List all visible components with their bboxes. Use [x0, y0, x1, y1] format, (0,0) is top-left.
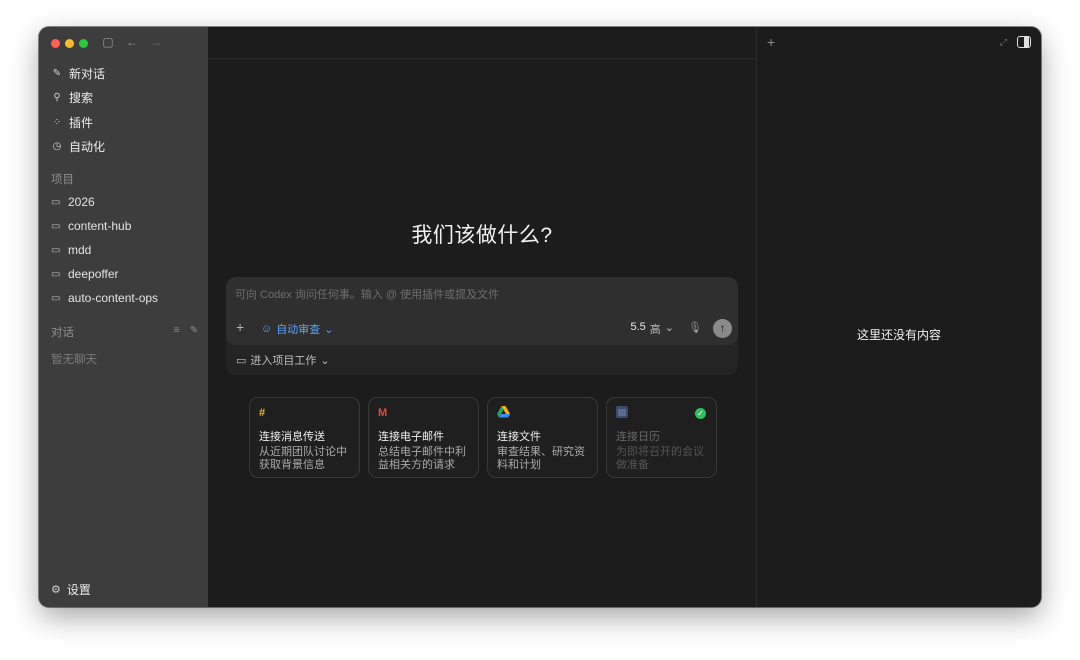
model-level: 高: [649, 324, 661, 336]
connected-check-icon: ✓: [695, 408, 706, 419]
titlebar-icons: ▢ ← →: [101, 35, 163, 49]
project-item[interactable]: ▭ mdd: [39, 238, 208, 262]
add-attachment-icon[interactable]: +: [236, 319, 244, 335]
sidebar-item-new-chat[interactable]: ✎ 新对话: [39, 61, 208, 86]
window-controls: [51, 39, 88, 48]
folder-icon: ▭: [51, 244, 61, 256]
prompt-input[interactable]: 可向 Codex 询问任何事。输入 @ 使用插件或提及文件: [235, 286, 499, 302]
project-name: content-hub: [68, 219, 132, 233]
project-item[interactable]: ▭ content-hub: [39, 214, 208, 238]
chevron-down-icon: ⌄: [320, 354, 330, 367]
sidebar-nav: ✎ 新对话 ⚲ 搜索 ⁘ 插件 ◷ 自动化: [39, 61, 208, 159]
filter-icon[interactable]: ≡: [174, 325, 180, 336]
chevron-down-icon: ⌄: [664, 322, 674, 334]
microphone-icon[interactable]: 🎙: [688, 321, 702, 334]
review-icon: ☺: [261, 323, 273, 335]
card-description: 为即将召开的会议做准备: [616, 446, 704, 471]
panel-toggle-icon[interactable]: [1017, 36, 1031, 48]
sidebar-item-label: 新对话: [69, 66, 106, 81]
project-name: mdd: [68, 243, 92, 257]
project-work-dropdown[interactable]: ▭ 进入项目工作 ⌄: [236, 352, 330, 368]
card-description: 审查结果、研究资料和计划: [497, 446, 585, 471]
sidebar-item-automation[interactable]: ◷ 自动化: [39, 135, 208, 160]
connect-calendar-card[interactable]: ✓ 连接日历 为即将召开的会议做准备: [606, 397, 717, 478]
close-window-button[interactable]: [51, 39, 60, 48]
conversations-section-label: 对话: [51, 327, 74, 339]
folder-icon: ▭: [51, 292, 61, 304]
project-name: deepoffer: [68, 267, 119, 281]
right-panel-controls: ⤢: [1000, 36, 1031, 48]
project-name: 2026: [68, 195, 95, 209]
folder-icon: ▭: [236, 354, 247, 367]
project-name: auto-content-ops: [68, 291, 159, 305]
sidebar-item-label: 插件: [69, 115, 94, 130]
settings-label: 设置: [66, 583, 91, 597]
project-item[interactable]: ▭ auto-content-ops: [39, 286, 208, 310]
sidebar-item-label: 搜索: [69, 91, 94, 106]
app-window: ▢ ← → ✎ 新对话 ⚲ 搜索 ⁘ 插件 ◷ 自动化 项目 ▭ 2026 ▭ …: [39, 27, 1041, 607]
forward-arrow-icon[interactable]: →: [149, 35, 163, 49]
plugins-icon: ⁘: [52, 116, 62, 128]
folder-icon: ▭: [51, 196, 61, 208]
new-chat-icon[interactable]: ✎: [190, 325, 198, 336]
settings-button[interactable]: ⚙ 设置: [51, 581, 91, 598]
drive-icon: [497, 406, 588, 420]
review-label: 自动审查: [276, 324, 321, 336]
connect-files-card[interactable]: 连接文件 审查结果、研究资料和计划: [487, 397, 598, 478]
back-arrow-icon[interactable]: ←: [125, 35, 139, 49]
minimize-window-button[interactable]: [65, 39, 74, 48]
composer-input-area[interactable]: 可向 Codex 询问任何事。输入 @ 使用插件或提及文件 + ☺ 自动审查 ⌄…: [226, 277, 738, 345]
card-title: 连接电子邮件: [378, 431, 444, 443]
sidebar-item-search[interactable]: ⚲ 搜索: [39, 86, 208, 111]
sidebar: ▢ ← → ✎ 新对话 ⚲ 搜索 ⁘ 插件 ◷ 自动化 项目 ▭ 2026 ▭ …: [39, 27, 208, 607]
sidebar-item-label: 自动化: [69, 140, 106, 155]
empty-state-text: 这里还没有内容: [856, 328, 941, 342]
expand-icon[interactable]: ⤢: [1000, 37, 1007, 48]
projects-section-label: 项目: [51, 174, 74, 186]
card-description: 总结电子邮件中利益相关方的请求: [378, 446, 466, 471]
card-description: 从近期团队讨论中获取背景信息: [259, 446, 347, 471]
connect-messaging-card[interactable]: # 连接消息传送 从近期团队讨论中获取背景信息: [249, 397, 360, 478]
card-title: 连接日历: [616, 431, 660, 443]
conversation-tools: ≡ ✎: [174, 325, 198, 336]
project-item[interactable]: ▭ deepoffer: [39, 262, 208, 286]
main-panel: 我们该做什么? 可向 Codex 询问任何事。输入 @ 使用插件或提及文件 + …: [208, 27, 756, 607]
model-selector[interactable]: 5.5 高 ⌄: [630, 321, 674, 337]
project-list: ▭ 2026 ▭ content-hub ▭ mdd ▭ deepoffer ▭…: [39, 190, 208, 310]
sidebar-toggle-icon[interactable]: ▢: [101, 35, 115, 49]
composer: 可向 Codex 询问任何事。输入 @ 使用插件或提及文件 + ☺ 自动审查 ⌄…: [226, 277, 738, 375]
card-title: 连接文件: [497, 431, 541, 443]
calendar-icon: [616, 406, 707, 420]
project-work-label: 进入项目工作: [250, 355, 317, 367]
auto-review-dropdown[interactable]: ☺ 自动审查 ⌄: [261, 321, 333, 337]
right-panel: + ⤢ 这里还没有内容: [756, 27, 1041, 607]
gmail-icon: M: [378, 407, 388, 419]
connect-email-card[interactable]: M 连接电子邮件 总结电子邮件中利益相关方的请求: [368, 397, 479, 478]
sidebar-item-plugins[interactable]: ⁘ 插件: [39, 110, 208, 135]
clock-icon: ◷: [52, 141, 62, 153]
gear-icon: ⚙: [51, 584, 61, 596]
edit-icon: ✎: [52, 67, 62, 79]
project-item[interactable]: ▭ 2026: [39, 190, 208, 214]
model-version: 5.5: [630, 321, 646, 333]
main-topbar: [208, 27, 756, 59]
slack-icon: #: [259, 407, 266, 419]
send-button[interactable]: ↑: [713, 319, 732, 338]
zoom-window-button[interactable]: [79, 39, 88, 48]
folder-icon: ▭: [51, 220, 61, 232]
chevron-down-icon: ⌄: [324, 323, 334, 336]
connector-cards: # 连接消息传送 从近期团队讨论中获取背景信息 M 连接电子邮件 总结电子邮件中…: [249, 397, 717, 478]
add-tab-icon[interactable]: +: [767, 34, 775, 50]
folder-icon: ▭: [51, 268, 61, 280]
page-title: 我们该做什么?: [411, 224, 553, 247]
card-title: 连接消息传送: [259, 431, 325, 443]
empty-chats-text: 暂无聊天: [51, 354, 97, 366]
search-icon: ⚲: [53, 92, 61, 104]
